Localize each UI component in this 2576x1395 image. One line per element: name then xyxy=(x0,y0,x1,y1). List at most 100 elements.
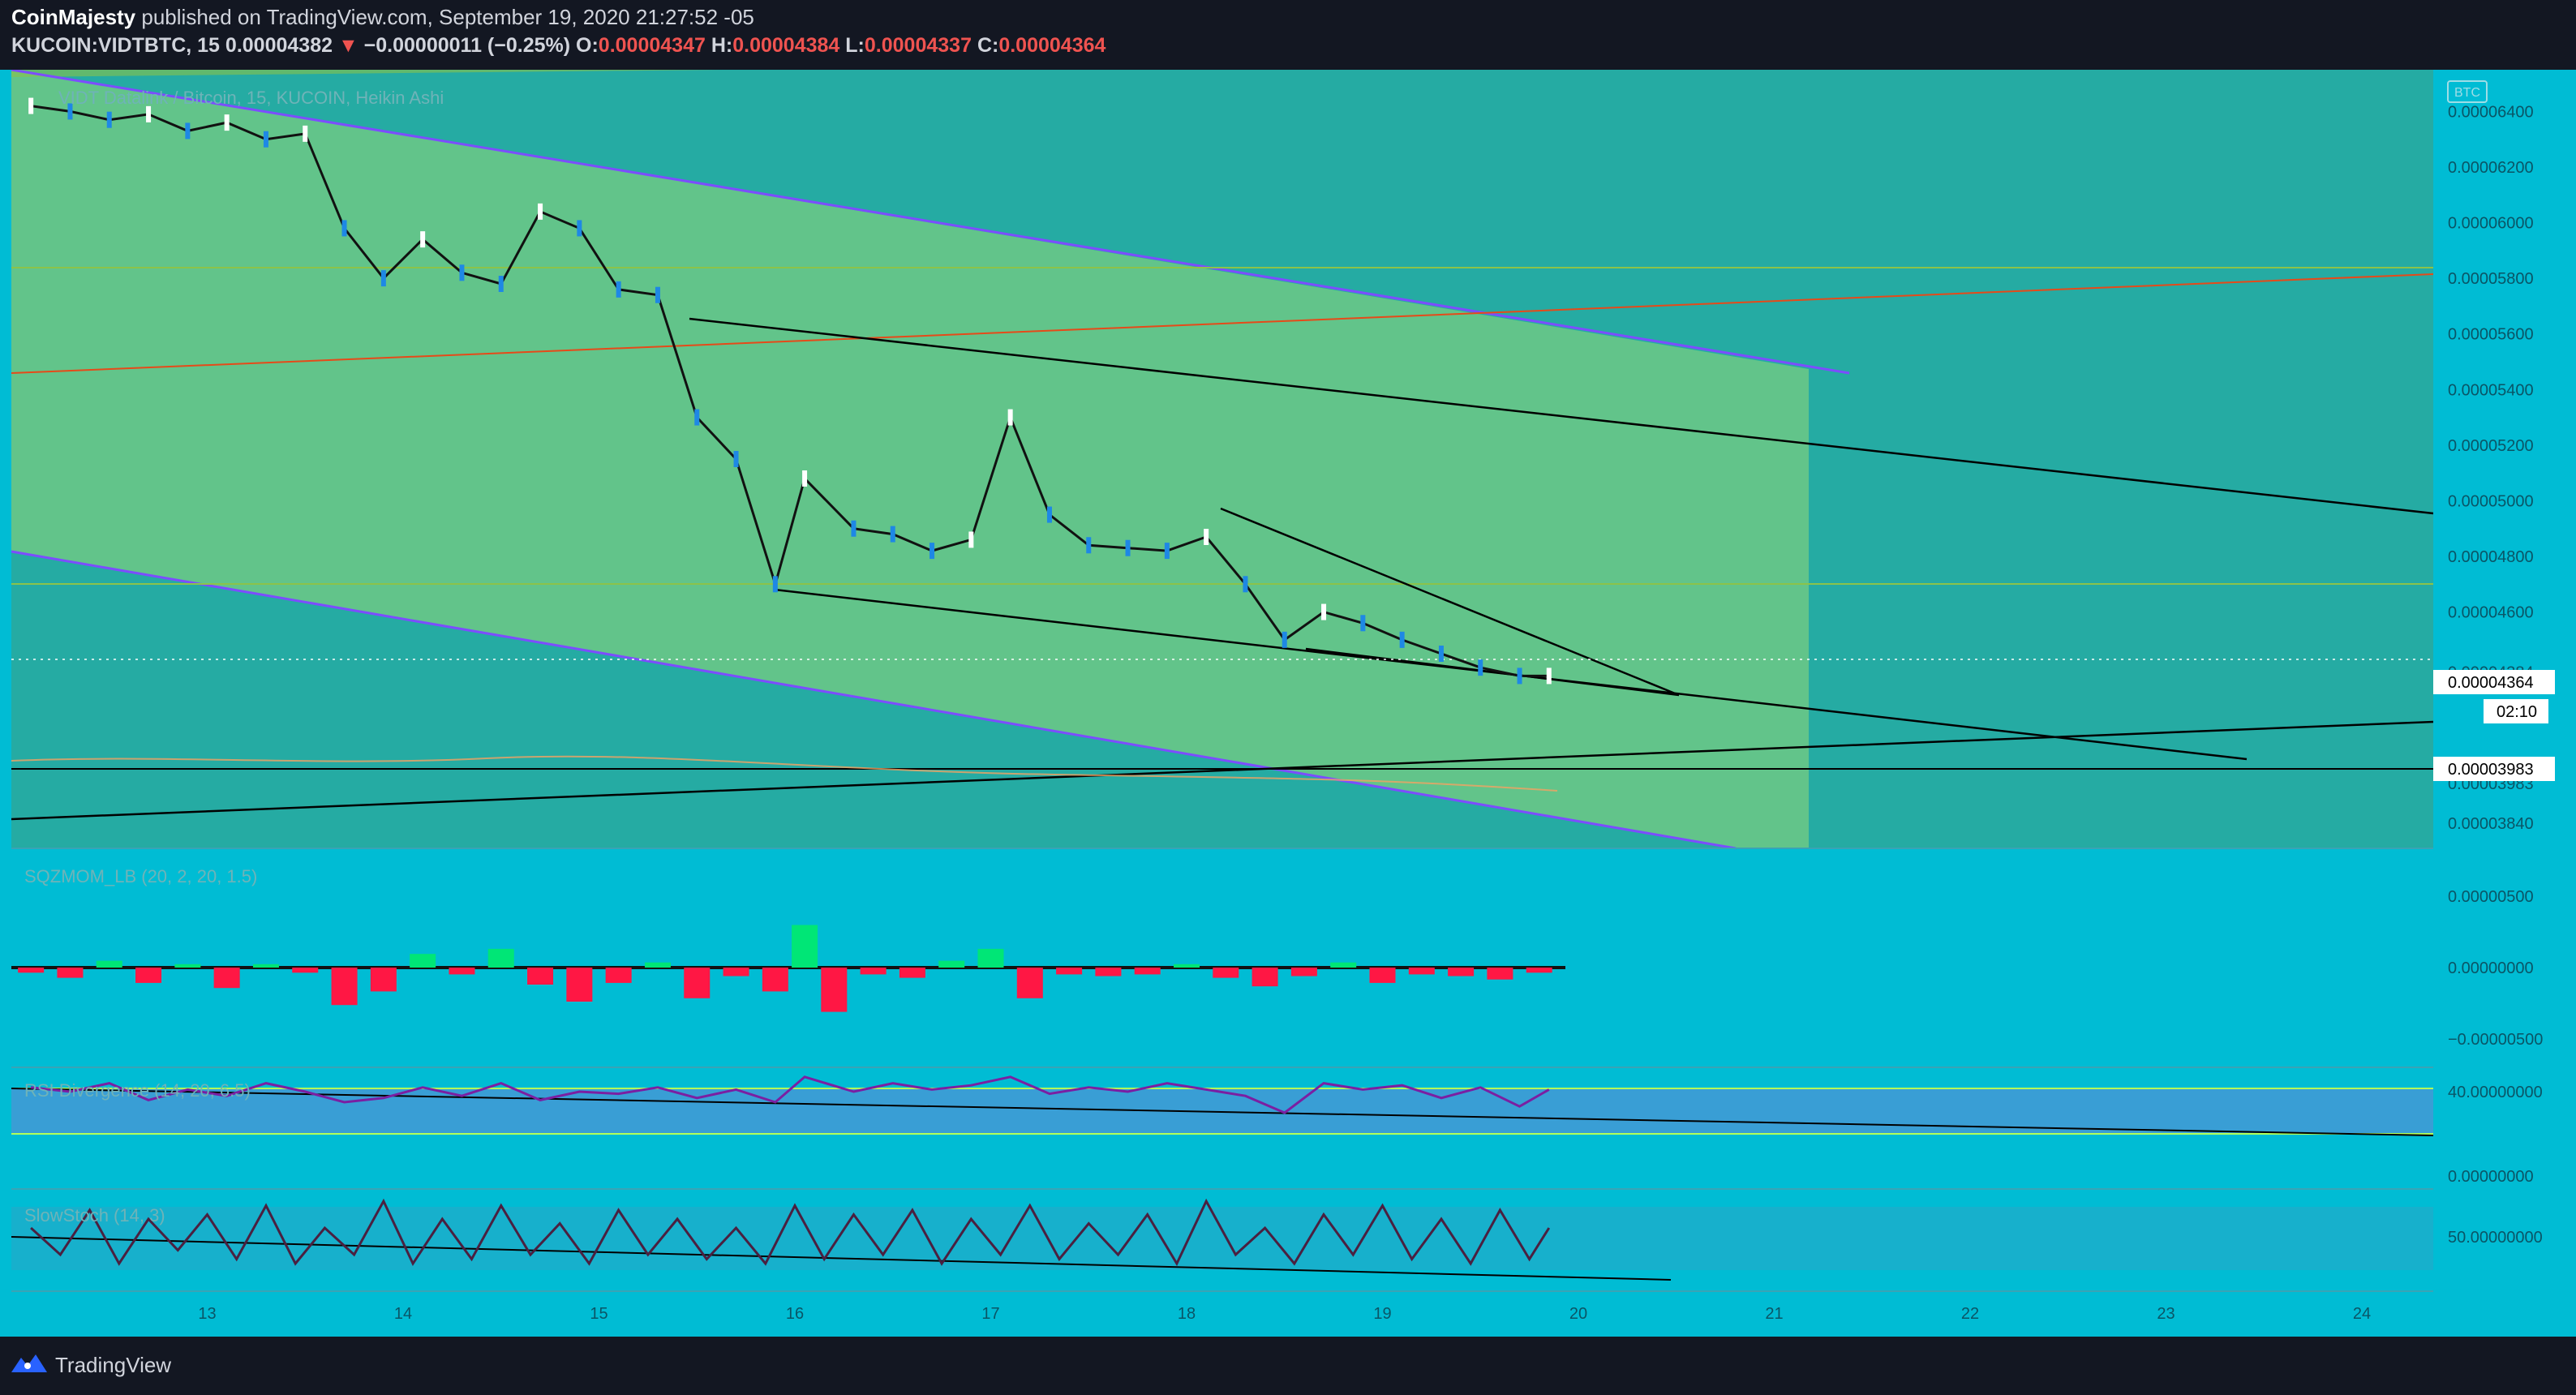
squeeze-bar xyxy=(1134,968,1161,975)
squeeze-bar xyxy=(977,948,1004,968)
close-value: 0.00004364 xyxy=(998,34,1106,57)
chart-header: CoinMajesty published on TradingView.com… xyxy=(0,0,2576,70)
price-point xyxy=(1399,631,1405,648)
squeeze-bar xyxy=(723,968,749,976)
price-point xyxy=(146,105,152,122)
squeeze-bar xyxy=(762,968,788,992)
squeeze-bar xyxy=(821,968,848,1012)
squeeze-bar xyxy=(566,968,593,1002)
squeeze-bar xyxy=(860,968,887,975)
rsi-y-tick: 40.00000000 xyxy=(2448,1084,2543,1101)
price-point xyxy=(1086,537,1092,554)
price-point xyxy=(459,264,465,281)
price-y-tick: 0.00003840 xyxy=(2448,815,2534,833)
price-point xyxy=(1204,529,1209,545)
price-y-tick: 0.00005200 xyxy=(2448,437,2534,455)
stoch-y-tick: 50.00000000 xyxy=(2448,1229,2543,1247)
squeeze-bar xyxy=(370,968,397,992)
squeeze-bar xyxy=(213,968,240,989)
squeeze-bar xyxy=(1330,962,1357,968)
close-price-tag-text: 0.00004364 xyxy=(2448,674,2534,692)
squeeze-bar xyxy=(252,964,279,968)
squeeze-bar xyxy=(449,968,475,975)
chart-canvas[interactable]: VIDT Datalink / Bitcoin, 15, KUCOIN, Hei… xyxy=(0,70,2576,1337)
x-tick-label: 15 xyxy=(590,1305,608,1323)
price-point xyxy=(968,531,974,548)
squeeze-bar xyxy=(1252,968,1278,987)
squeeze-bar xyxy=(174,964,201,968)
price-y-tick: 0.00005600 xyxy=(2448,326,2534,344)
price-y-tick: 0.00006200 xyxy=(2448,159,2534,177)
squeeze-bar xyxy=(605,968,632,983)
price-point xyxy=(263,131,268,148)
support-price-tag-text: 0.00003983 xyxy=(2448,761,2534,779)
price-point xyxy=(694,409,700,426)
close-label: C: xyxy=(977,34,999,57)
squeeze-bar xyxy=(331,968,358,1006)
squeeze-bar xyxy=(1448,968,1475,976)
price-point xyxy=(772,576,778,593)
price-y-tick: 0.00006000 xyxy=(2448,215,2534,233)
stoch-label: SlowStoch (14, 3) xyxy=(24,1205,165,1225)
squeeze-bar xyxy=(644,962,671,968)
squeeze-bar xyxy=(410,954,436,968)
x-tick-label: 24 xyxy=(2353,1305,2371,1323)
price-point xyxy=(577,220,582,237)
author-name[interactable]: CoinMajesty xyxy=(11,5,135,29)
price-point xyxy=(851,520,857,537)
price-point xyxy=(303,125,308,142)
squeeze-bar xyxy=(292,968,319,973)
squeeze-bar xyxy=(1526,968,1552,973)
price-change: −0.00000011 (−0.25%) xyxy=(363,34,571,57)
squeeze-bar xyxy=(1016,968,1043,998)
squeeze-y-tick: 0.00000000 xyxy=(2448,959,2534,977)
price-point xyxy=(616,281,621,298)
price-y-tick: 0.00006400 xyxy=(2448,103,2534,121)
price-point xyxy=(185,122,191,140)
squeeze-label: SQZMOM_LB (20, 2, 20, 1.5) xyxy=(24,866,257,886)
price-point xyxy=(802,470,808,487)
down-arrow-icon: ▼ xyxy=(337,34,358,57)
price-point xyxy=(224,114,230,131)
brand-name[interactable]: TradingView xyxy=(55,1353,171,1378)
squeeze-bar xyxy=(1213,968,1239,978)
price-point xyxy=(341,220,347,237)
price-y-tick: 0.00005400 xyxy=(2448,381,2534,399)
squeeze-bar xyxy=(1095,968,1122,976)
low-value: 0.00004337 xyxy=(864,34,972,57)
squeeze-bar xyxy=(1408,968,1435,975)
price-y-tick: 0.00004600 xyxy=(2448,604,2534,622)
price-point xyxy=(498,276,504,292)
x-tick-label: 13 xyxy=(198,1305,216,1323)
x-tick-label: 20 xyxy=(1569,1305,1587,1323)
price-point xyxy=(1438,646,1444,662)
squeeze-bar xyxy=(96,960,122,968)
squeeze-bar xyxy=(899,968,925,978)
squeeze-bar xyxy=(135,968,162,983)
x-tick-label: 21 xyxy=(1765,1305,1783,1323)
x-tick-label: 18 xyxy=(1178,1305,1196,1323)
high-value: 0.00004384 xyxy=(732,34,840,57)
rsi-label: RSI Divergence (14, 20, 6.5) xyxy=(24,1080,251,1101)
squeeze-bar xyxy=(792,925,818,968)
price-point xyxy=(106,111,112,128)
countdown-text: 02:10 xyxy=(2497,703,2537,721)
x-tick-label: 22 xyxy=(1961,1305,1979,1323)
high-label: H: xyxy=(711,34,733,57)
squeeze-bar xyxy=(527,968,554,985)
price-point xyxy=(1321,603,1327,620)
price-point xyxy=(733,451,739,467)
price-point xyxy=(1243,576,1248,593)
squeeze-bar xyxy=(1056,968,1083,975)
x-tick-label: 17 xyxy=(981,1305,999,1323)
low-label: L: xyxy=(845,34,865,57)
tradingview-logo-icon[interactable] xyxy=(10,1350,49,1379)
price-point xyxy=(890,526,895,543)
squeeze-y-tick: 0.00000500 xyxy=(2448,888,2534,906)
published-text: published on TradingView.com, September … xyxy=(141,5,754,29)
x-tick-label: 14 xyxy=(394,1305,412,1323)
price-point xyxy=(930,543,935,560)
squeeze-bar xyxy=(1290,968,1317,976)
open-value: 0.00004347 xyxy=(598,34,706,57)
price-point xyxy=(1007,409,1013,426)
